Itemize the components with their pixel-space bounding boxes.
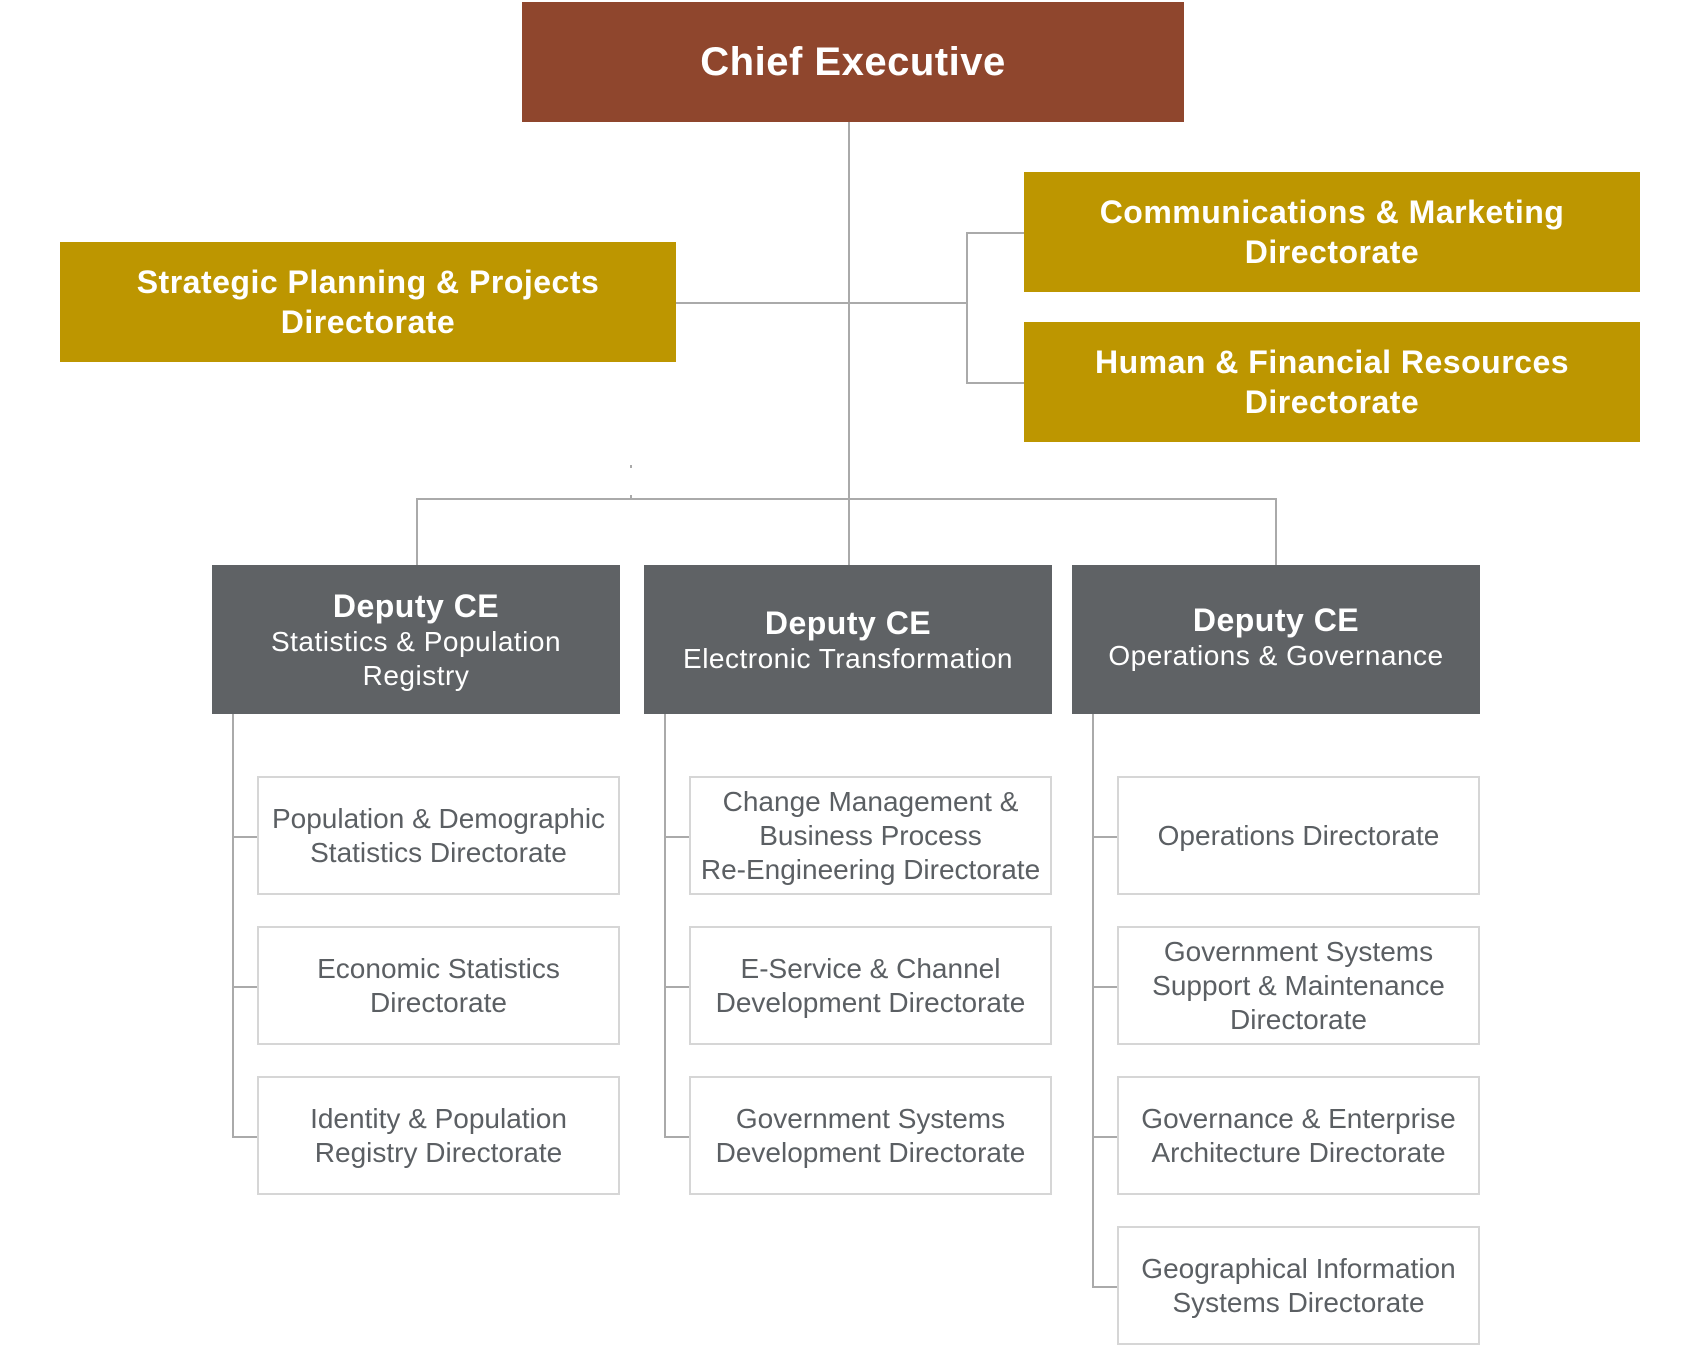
deputy-title: Deputy CE xyxy=(1192,602,1360,638)
directorate-box: Identity & Population Registry Directora… xyxy=(257,1076,620,1195)
deputy-subtitle: Statistics & Population Registry xyxy=(270,625,562,691)
deputy-subtitle: Operations & Governance xyxy=(1108,640,1444,671)
connector-col3-tick xyxy=(1092,1286,1117,1288)
connector-col2-tick xyxy=(664,1136,689,1138)
directorate-box: Operations Directorate xyxy=(1117,776,1480,895)
strategic-planning-box: Strategic Planning & Projects Directorat… xyxy=(60,242,676,362)
directorate-box: E-Service & Channel Development Director… xyxy=(689,926,1052,1045)
connector-col3-vertical xyxy=(1092,714,1094,1288)
connector-deputy-left-drop xyxy=(416,498,418,565)
connector-col3-tick xyxy=(1092,986,1117,988)
deputy-electronic-box: Deputy CE Electronic Transformation xyxy=(644,565,1052,714)
connector-staff-branch-vertical xyxy=(966,232,968,384)
human-financial-box: Human & Financial Resources Directorate xyxy=(1024,322,1640,442)
deputy-statistics-box: Deputy CE Statistics & Population Regist… xyxy=(212,565,620,714)
connector-deputy-horizontal xyxy=(416,498,1276,500)
directorate-box: Government Systems Support & Maintenance… xyxy=(1117,926,1480,1045)
connector-col3-tick xyxy=(1092,836,1117,838)
deputy-operations-box: Deputy CE Operations & Governance xyxy=(1072,565,1480,714)
connector-staff-branch-top xyxy=(966,232,1024,234)
communications-marketing-label: Communications & Marketing Directorate xyxy=(1099,194,1565,270)
connector-col1-vertical xyxy=(232,714,234,1138)
connector-col2-vertical xyxy=(664,714,666,1138)
connector-col1-tick xyxy=(232,986,257,988)
strategic-planning-label: Strategic Planning & Projects Directorat… xyxy=(136,264,600,340)
deputy-subtitle: Electronic Transformation xyxy=(683,642,1013,674)
directorate-box: Geographical Information Systems Directo… xyxy=(1117,1226,1480,1345)
directorate-box: Governance & Enterprise Architecture Dir… xyxy=(1117,1076,1480,1195)
connector-col3-tick xyxy=(1092,1136,1117,1138)
connector-col2-tick xyxy=(664,836,689,838)
directorate-box: Population & Demographic Statistics Dire… xyxy=(257,776,620,895)
deputy-title: Deputy CE xyxy=(764,604,932,641)
communications-marketing-box: Communications & Marketing Directorate xyxy=(1024,172,1640,292)
chief-executive-label: Chief Executive xyxy=(700,39,1006,84)
directorate-box: Change Management & Business Process Re-… xyxy=(689,776,1052,895)
connector-col1-tick xyxy=(232,836,257,838)
stray-mark xyxy=(630,465,632,468)
connector-staff-horizontal xyxy=(676,302,967,304)
human-financial-label: Human & Financial Resources Directorate xyxy=(1094,344,1570,420)
stray-mark xyxy=(630,495,632,498)
connector-deputy-right-drop xyxy=(1275,498,1277,565)
connector-col2-tick xyxy=(664,986,689,988)
connector-col1-tick xyxy=(232,1136,257,1138)
directorate-box: Government Systems Development Directora… xyxy=(689,1076,1052,1195)
chief-executive-box: Chief Executive xyxy=(522,2,1184,122)
connector-staff-branch-bottom xyxy=(966,382,1024,384)
directorate-box: Economic Statistics Directorate xyxy=(257,926,620,1045)
deputy-title: Deputy CE xyxy=(332,587,500,624)
